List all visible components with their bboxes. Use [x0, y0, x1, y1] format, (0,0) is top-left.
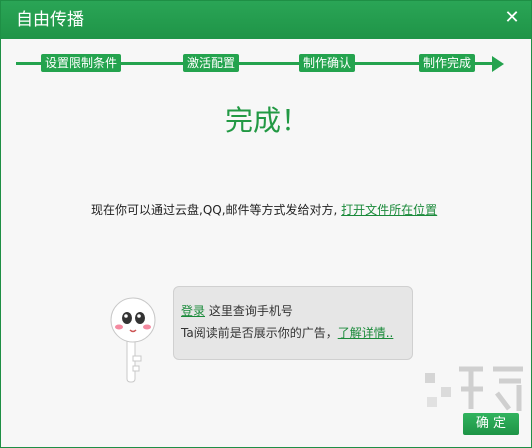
- info-text: 现在你可以通过云盘,QQ,邮件等方式发给对方,: [91, 203, 338, 217]
- key-mascot-icon: [110, 297, 156, 383]
- dialog-window: 自由传播 ✕ 设置限制条件 激活配置 制作确认 制作完成 完成！ 现在你可以通过…: [0, 0, 532, 448]
- progress-steps: 设置限制条件 激活配置 制作确认 制作完成: [16, 51, 516, 73]
- open-folder-link[interactable]: 打开文件所在位置: [341, 203, 437, 217]
- ok-button[interactable]: 确 定: [463, 413, 519, 435]
- login-hint-text: 这里查询手机号: [208, 304, 293, 318]
- steps-arrow-icon: [492, 56, 504, 72]
- tip-box: 登录 这里查询手机号 Ta阅读前是否展示你的广告，了解详情..: [173, 286, 413, 360]
- details-link[interactable]: 了解详情..: [338, 326, 394, 340]
- step-complete: 制作完成: [419, 54, 476, 72]
- close-button[interactable]: ✕: [501, 7, 523, 29]
- tip-ad-line: Ta阅读前是否展示你的广告，了解详情..: [181, 324, 393, 341]
- step-activate-config: 激活配置: [183, 54, 240, 72]
- title-bar[interactable]: 自由传播 ✕: [1, 1, 531, 39]
- login-link[interactable]: 登录: [181, 304, 205, 318]
- info-line: 现在你可以通过云盘,QQ,邮件等方式发给对方, 打开文件所在位置: [91, 201, 437, 218]
- step-confirm: 制作确认: [299, 54, 356, 72]
- window-title: 自由传播: [16, 10, 84, 30]
- ad-hint-text: Ta阅读前是否展示你的广告，: [181, 326, 338, 340]
- tip-login-line: 登录 这里查询手机号: [181, 302, 293, 319]
- done-heading: 完成！: [224, 104, 309, 137]
- step-set-limits: 设置限制条件: [41, 54, 122, 72]
